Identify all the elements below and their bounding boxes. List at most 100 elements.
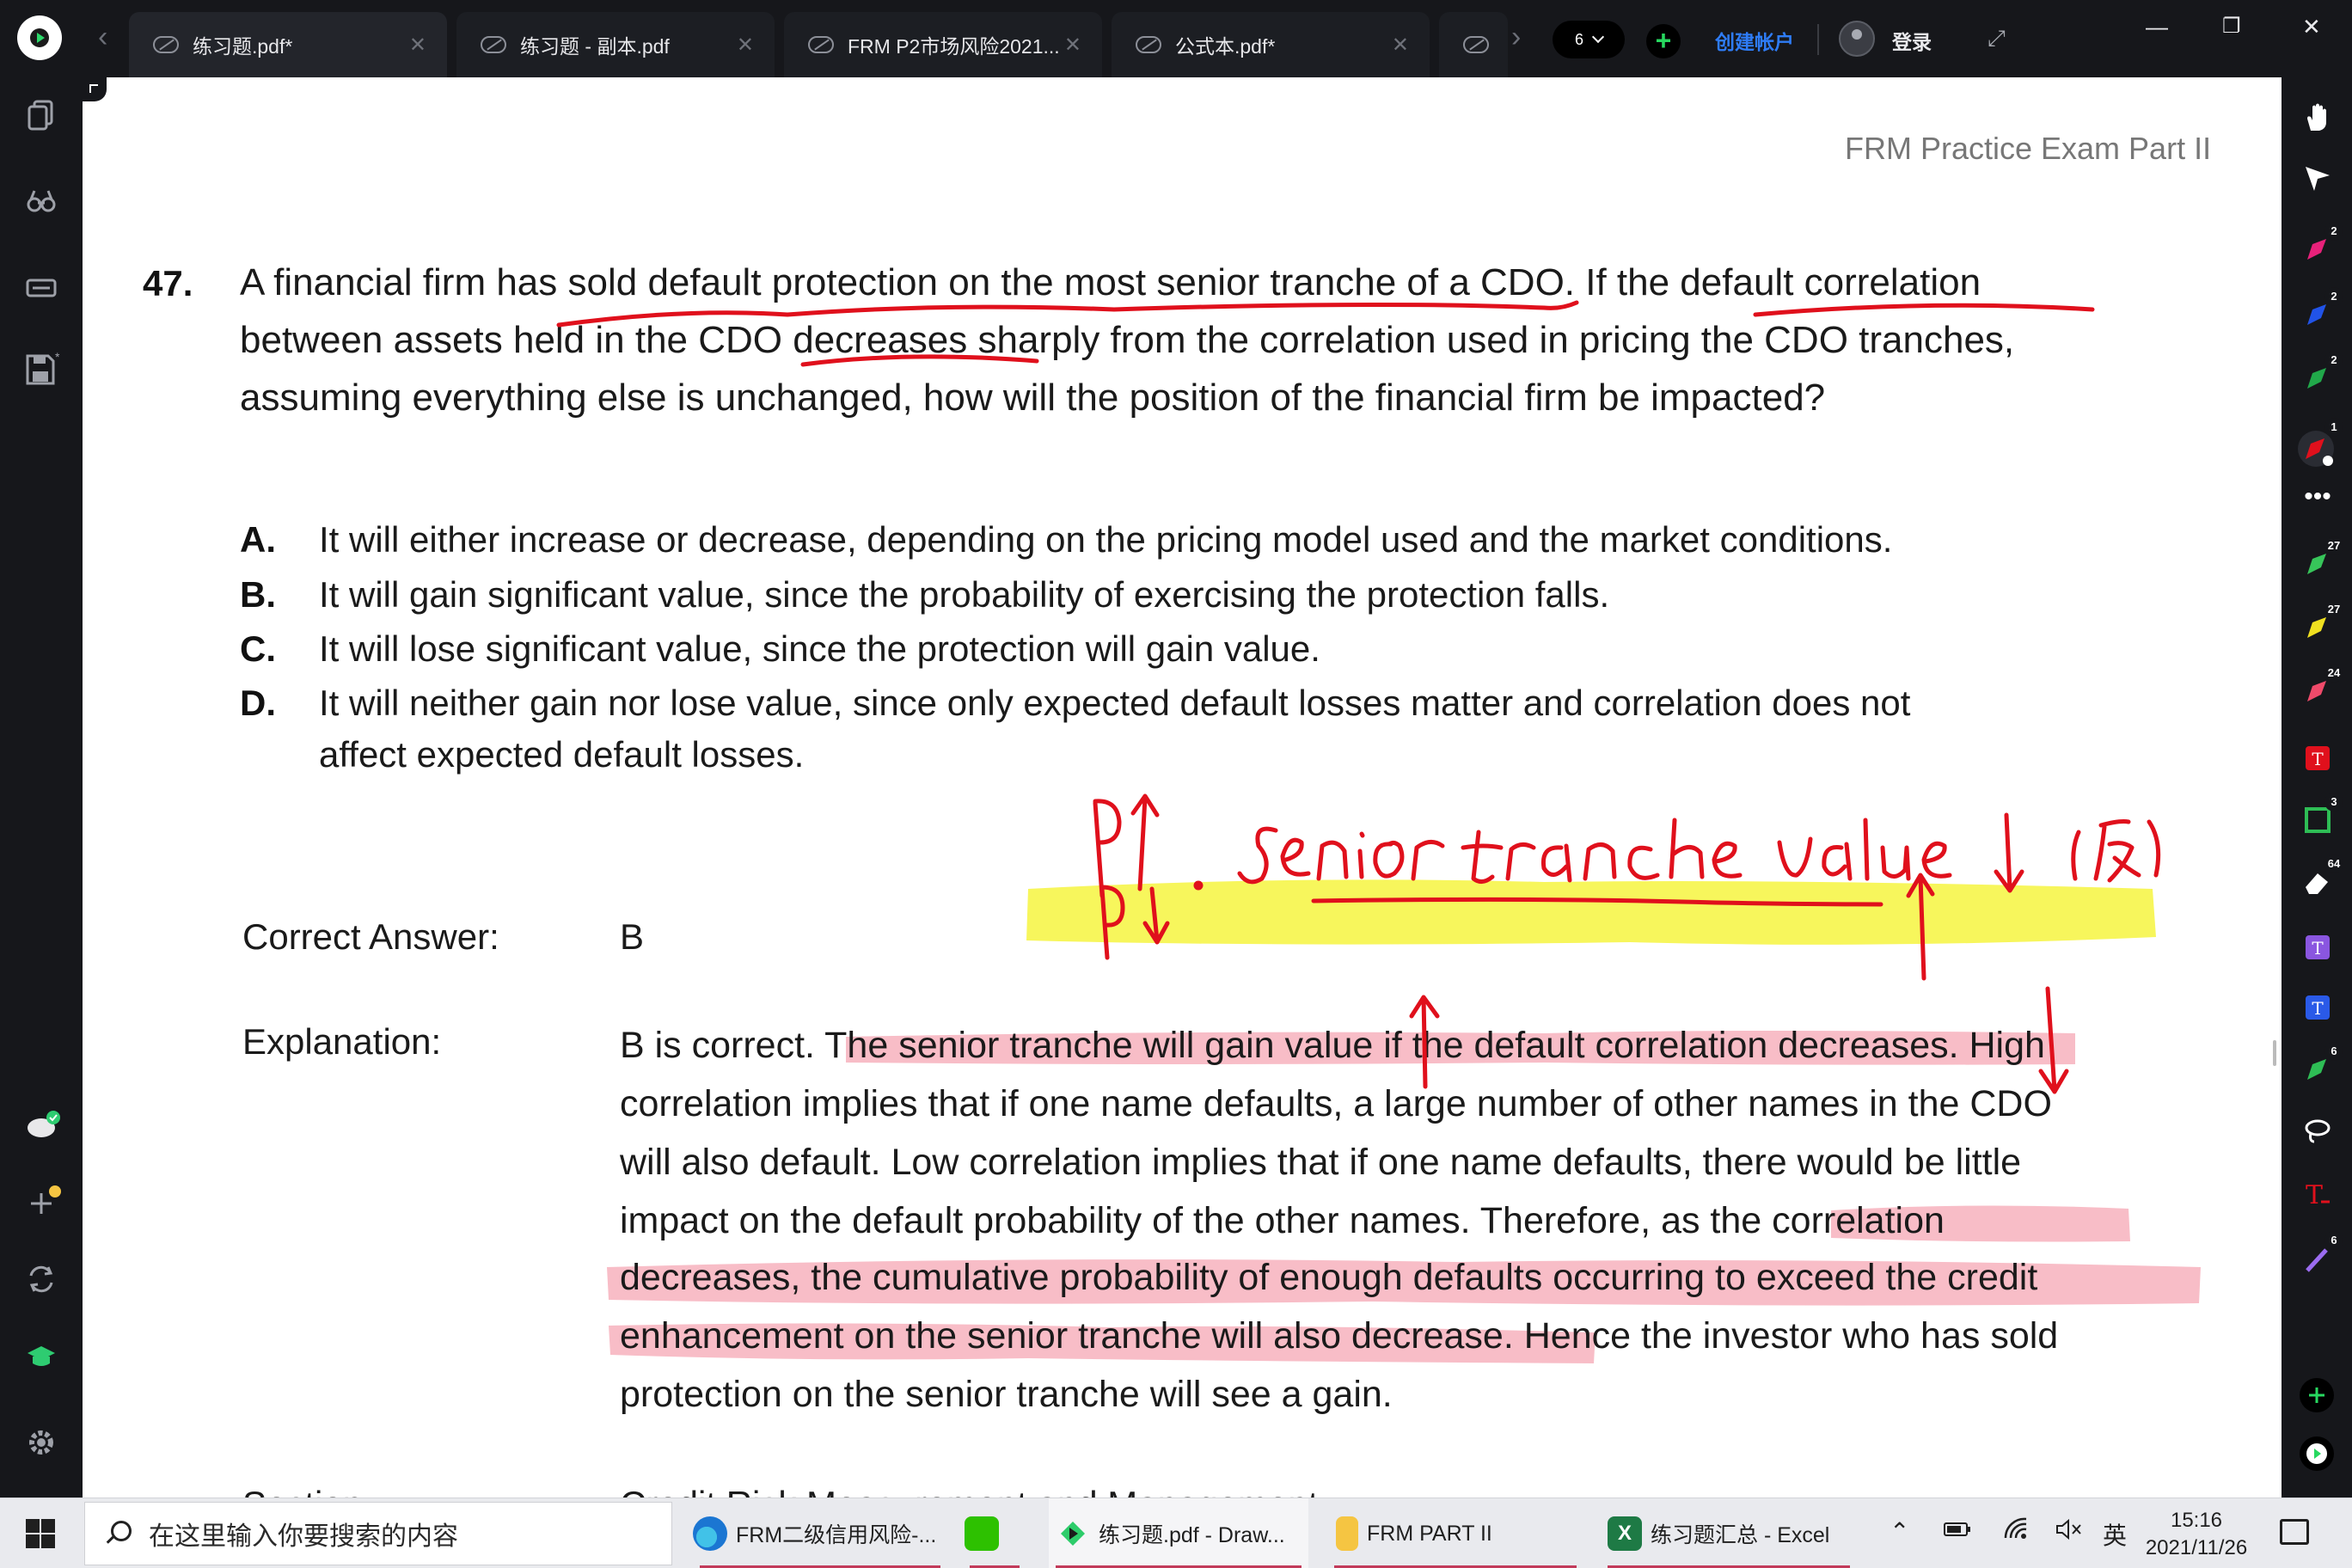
correct-answer-value: B bbox=[620, 916, 645, 957]
battery-icon[interactable] bbox=[1943, 1517, 1972, 1547]
divider bbox=[1817, 24, 1819, 55]
tab-scroll-right-icon[interactable]: › bbox=[1511, 22, 1521, 52]
svg-text:T: T bbox=[2312, 749, 2324, 769]
search-binoculars-icon[interactable] bbox=[24, 184, 58, 218]
tab-label: 公式本.pdf* bbox=[1175, 35, 1276, 58]
select-arrow-icon[interactable] bbox=[2302, 163, 2333, 194]
tab-label: 练习题.pdf* bbox=[193, 35, 293, 58]
wechat-icon bbox=[965, 1516, 999, 1551]
volume-muted-icon[interactable] bbox=[2055, 1517, 2084, 1547]
excel-icon: X bbox=[1608, 1516, 1642, 1551]
tab-close-icon[interactable]: ✕ bbox=[1392, 33, 1409, 58]
tool-badge: 2 bbox=[2324, 222, 2343, 241]
windows-start-icon[interactable] bbox=[26, 1519, 55, 1548]
yellow-highlight bbox=[1026, 879, 2156, 945]
option-letter-b: B. bbox=[240, 574, 276, 615]
taskbar-drawboard[interactable]: 练习题.pdf - Draw... bbox=[1049, 1498, 1308, 1568]
cloud-sync-status-icon[interactable] bbox=[24, 1107, 60, 1142]
taskbar-wechat[interactable] bbox=[965, 1498, 1025, 1568]
chevron-down-icon bbox=[1591, 30, 1605, 44]
pages-icon[interactable] bbox=[24, 98, 58, 132]
cloud-sync-icon bbox=[153, 36, 179, 53]
option-text-a: It will either increase or decrease, dep… bbox=[319, 519, 1893, 560]
explanation-line-4: impact on the default probability of the… bbox=[620, 1200, 1945, 1241]
text-box-blue-icon[interactable]: T bbox=[2302, 992, 2333, 1023]
clock-date: 2021/11/26 bbox=[2145, 1536, 2248, 1559]
tab-2[interactable]: 练习题 - 副本.pdf ✕ bbox=[456, 12, 775, 77]
option-text-b: It will gain significant value, since th… bbox=[319, 574, 1610, 615]
correct-answer-label: Correct Answer: bbox=[242, 916, 499, 957]
add-plugin-icon[interactable] bbox=[24, 1185, 61, 1219]
tool-badge: 2 bbox=[2324, 351, 2343, 370]
taskbar-folder[interactable]: FRM PART II bbox=[1327, 1498, 1583, 1568]
fullscreen-icon[interactable]: ⤢ bbox=[1988, 26, 2012, 50]
scrollbar-thumb[interactable] bbox=[2273, 1040, 2276, 1066]
document-header: FRM Practice Exam Part II bbox=[1845, 131, 2212, 166]
learning-hat-icon[interactable] bbox=[24, 1339, 58, 1374]
folder-icon bbox=[1336, 1516, 1358, 1551]
text-box-red-icon[interactable]: T bbox=[2302, 743, 2333, 774]
tab-close-icon[interactable]: ✕ bbox=[737, 33, 754, 58]
taskbar-clock[interactable]: 15:16 2021/11/26 bbox=[2141, 1507, 2252, 1562]
tab-1[interactable]: 练习题.pdf* ✕ bbox=[129, 12, 447, 77]
windows-taskbar: 在这里输入你要搜索的内容 FRM二级信用风险-... 练习题.pdf - Dra… bbox=[0, 1498, 2352, 1568]
svg-text:T: T bbox=[2306, 1180, 2323, 1210]
taskbar-search[interactable]: 在这里输入你要搜索的内容 bbox=[84, 1502, 672, 1565]
explanation-line-3: will also default. Low correlation impli… bbox=[620, 1142, 2022, 1183]
tab-scroll-left-icon[interactable]: ‹ bbox=[98, 22, 107, 52]
explanation-line-2: correlation implies that if one name def… bbox=[620, 1083, 2052, 1124]
svg-text:T: T bbox=[2312, 938, 2324, 959]
question-line-2: between assets held in the CDO decreases… bbox=[240, 319, 2015, 361]
create-account-link[interactable]: 创建帐户 bbox=[1715, 26, 1794, 55]
tab-4[interactable]: 公式本.pdf* ✕ bbox=[1112, 12, 1430, 77]
tab-5-partial[interactable] bbox=[1439, 12, 1508, 77]
notification-center-icon[interactable] bbox=[2280, 1519, 2309, 1545]
search-placeholder: 在这里输入你要搜索的内容 bbox=[149, 1522, 458, 1551]
tab-close-icon[interactable]: ✕ bbox=[1064, 33, 1081, 58]
avatar[interactable] bbox=[1839, 21, 1875, 57]
svg-text:T: T bbox=[2312, 998, 2324, 1019]
sync-icon[interactable] bbox=[24, 1262, 58, 1296]
text-box-purple-icon[interactable]: T bbox=[2302, 932, 2333, 963]
login-link[interactable]: 登录 bbox=[1892, 26, 1932, 55]
tab-3[interactable]: FRM P2市场风险2021... ✕ bbox=[784, 12, 1102, 77]
restore-icon[interactable]: ❐ bbox=[2222, 14, 2241, 40]
taskbar-edge[interactable]: FRM二级信用风险-... bbox=[693, 1498, 947, 1568]
title-bar: ‹ 练习题.pdf* ✕ 练习题 - 副本.pdf ✕ FRM P2市场风险20… bbox=[0, 0, 2352, 77]
option-text-d-continued: affect expected default losses. bbox=[319, 734, 805, 775]
add-tab-button[interactable]: + bbox=[1646, 24, 1681, 58]
right-toolbar: 2 2 2 1 ••• 27 27 24 T 3 64 T T 6 T 6 bbox=[2282, 77, 2352, 1498]
more-icon[interactable]: ••• bbox=[2302, 484, 2333, 519]
taskbar-excel[interactable]: X 练习题汇总 - Excel bbox=[1601, 1498, 1857, 1568]
gear-icon[interactable] bbox=[24, 1425, 58, 1460]
option-letter-d: D. bbox=[240, 683, 276, 723]
add-tool-icon[interactable] bbox=[2299, 1377, 2335, 1413]
question-number: 47. bbox=[143, 263, 193, 303]
minimize-icon[interactable]: — bbox=[2146, 14, 2168, 40]
tab-close-icon[interactable]: ✕ bbox=[409, 33, 426, 58]
left-toolbar: * bbox=[0, 77, 83, 1498]
hand-tool-icon[interactable] bbox=[2302, 101, 2333, 132]
app-window: ‹ 练习题.pdf* ✕ 练习题 - 副本.pdf ✕ FRM P2市场风险20… bbox=[0, 0, 2352, 1568]
app-logo-icon[interactable] bbox=[17, 15, 62, 60]
lasso-icon[interactable] bbox=[2302, 1116, 2333, 1147]
ink-horizontal-line bbox=[1311, 897, 1883, 907]
app-menu-icon[interactable] bbox=[2299, 1436, 2335, 1472]
svg-text:*: * bbox=[55, 351, 60, 364]
text-tool-icon[interactable]: T bbox=[2302, 1179, 2333, 1210]
page-corner-handle-icon[interactable] bbox=[83, 77, 107, 101]
tool-badge: 27 bbox=[2324, 600, 2343, 619]
keyboard-icon[interactable] bbox=[24, 270, 58, 304]
option-text-c: It will lose significant value, since th… bbox=[319, 628, 1320, 669]
input-method-indicator[interactable]: 英 bbox=[2103, 1517, 2127, 1552]
show-hidden-icons-chevron-icon[interactable]: ⌃ bbox=[1890, 1517, 1909, 1546]
question-line-3: assuming everything else is unchanged, h… bbox=[240, 377, 1826, 419]
section-value: Credit Risk Measurement and Management bbox=[620, 1484, 1318, 1498]
wifi-icon[interactable] bbox=[2003, 1517, 2032, 1547]
tool-badge: 2 bbox=[2324, 287, 2343, 306]
pdf-page[interactable]: FRM Practice Exam Part II 47. A financia… bbox=[83, 77, 2282, 1498]
close-window-icon[interactable]: ✕ bbox=[2302, 14, 2321, 40]
tool-badge: 6 bbox=[2324, 1042, 2343, 1061]
save-icon[interactable]: * bbox=[24, 350, 60, 385]
open-tabs-count[interactable]: 6 bbox=[1553, 21, 1625, 58]
